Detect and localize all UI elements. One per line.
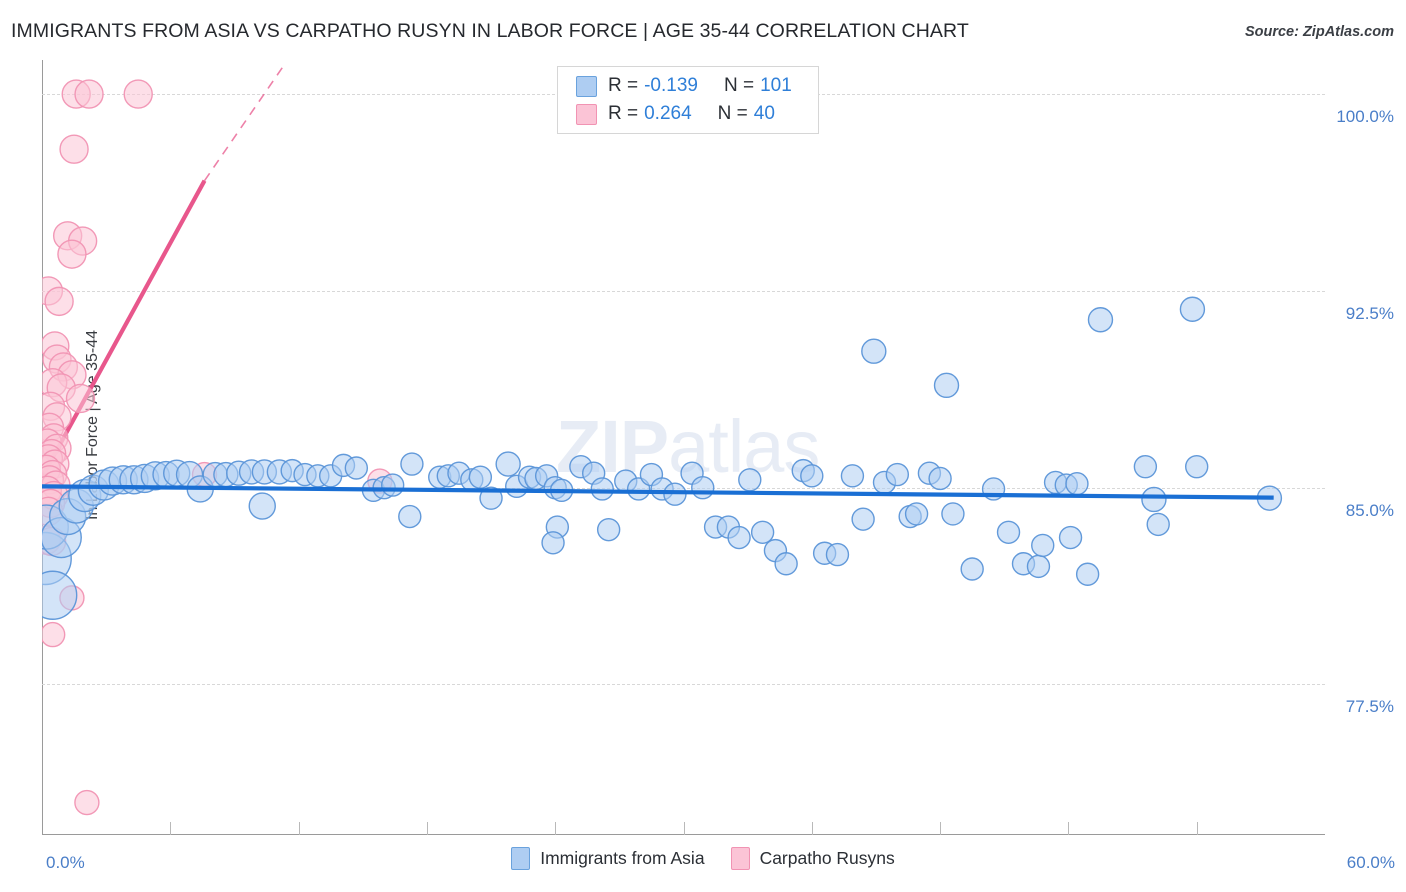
- legend-item-carpatho-rusyns[interactable]: Carpatho Rusyns: [730, 847, 895, 870]
- legend-swatch-immigrants-from-asia: [511, 847, 531, 870]
- series-legend: Immigrants from Asia Carpatho Rusyns: [0, 847, 1406, 870]
- stats-row-immigrants-from-asia: R = -0.139 N = 101: [576, 72, 792, 100]
- legend-item-immigrants-from-asia[interactable]: Immigrants from Asia: [511, 847, 705, 870]
- correlation-stats-box: R = -0.139 N = 101 R = 0.264 N = 40: [557, 66, 819, 134]
- n-key-pink: N =: [717, 103, 748, 124]
- chart-root: IMMIGRANTS FROM ASIA VS CARPATHO RUSYN I…: [0, 0, 1406, 892]
- carpatho-rusyns-points: [42, 79, 393, 816]
- n-value-blue: 101: [760, 75, 792, 96]
- r-key-blue: R =: [608, 75, 639, 96]
- n-value-pink: 40: [753, 103, 775, 124]
- immigrants-from-asia-points: [42, 296, 1283, 620]
- legend-swatch-carpatho-rusyns: [730, 847, 750, 870]
- legend-label-carpatho-rusyns: Carpatho Rusyns: [759, 848, 895, 868]
- r-key-pink: R =: [608, 103, 639, 124]
- n-key-blue: N =: [723, 75, 755, 96]
- stats-row-carpatho-rusyns: R = 0.264 N = 40: [576, 100, 775, 128]
- swatch-carpatho-rusyns: [576, 103, 597, 125]
- legend-label-immigrants-from-asia: Immigrants from Asia: [540, 848, 705, 868]
- r-value-pink: 0.264: [644, 103, 692, 124]
- r-value-blue: -0.139: [644, 75, 698, 96]
- swatch-immigrants-from-asia: [576, 75, 597, 97]
